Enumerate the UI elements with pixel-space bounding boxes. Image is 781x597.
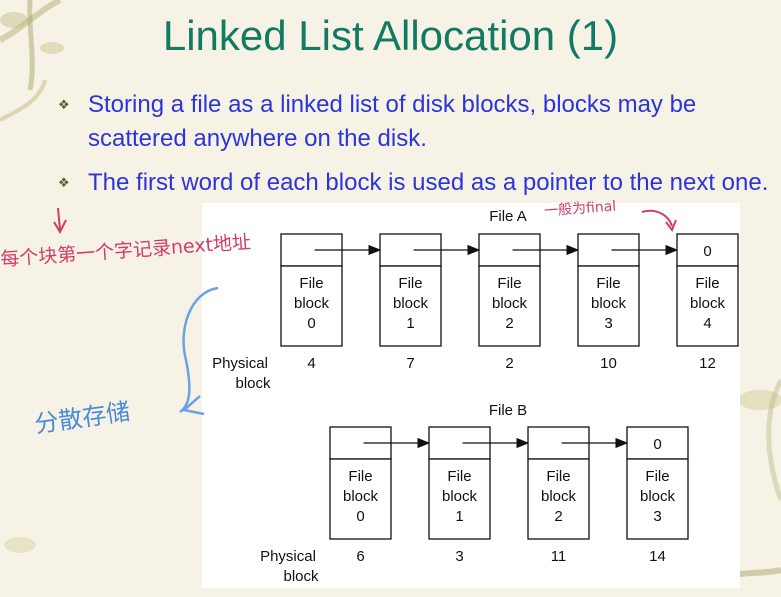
- curved-arrow-icon: [641, 209, 677, 233]
- down-arrow-icon: [53, 207, 67, 235]
- brace-icon: [179, 286, 219, 414]
- slide: Linked List Allocation (1) ❖ Storing a f…: [0, 0, 781, 597]
- handwritten-marks: [53, 207, 677, 416]
